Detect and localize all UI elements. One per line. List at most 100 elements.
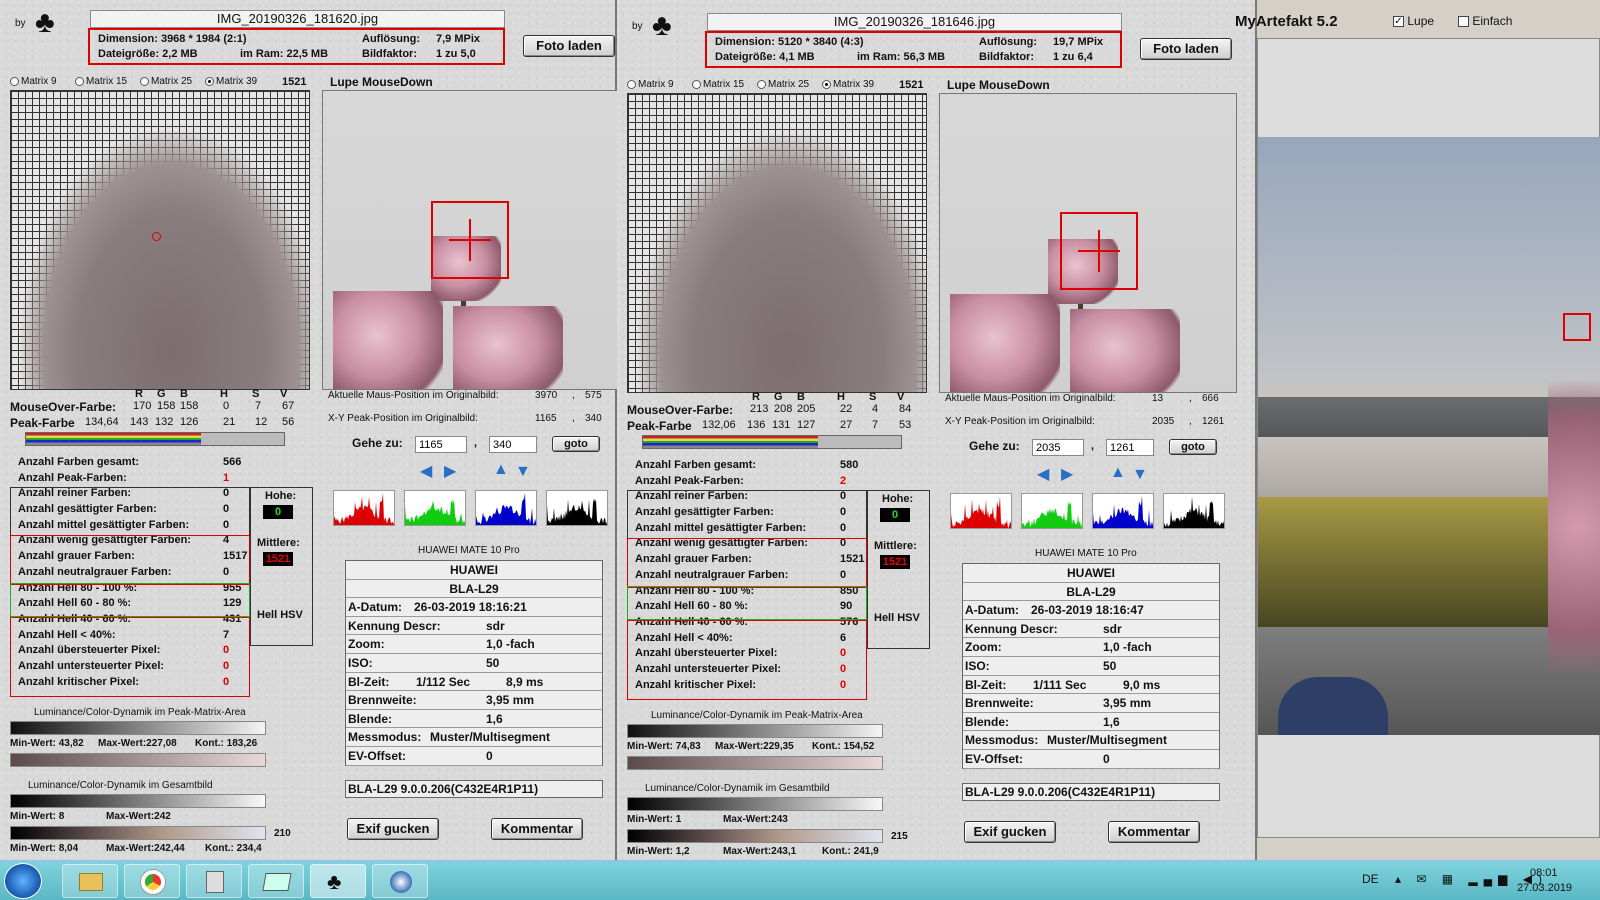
pixel-matrix-grid[interactable] — [627, 93, 927, 393]
exif-label: ISO: — [348, 655, 373, 670]
matrix-radio-m25[interactable]: Matrix 25 — [140, 76, 192, 87]
exif-row: Messmodus: Muster/Multisegment — [963, 731, 1219, 750]
matrix-radio-m39[interactable]: Matrix 39 — [822, 79, 874, 90]
peak-color-value: 12 — [255, 416, 268, 428]
dateigroesse-text: Dateigröße: 4,1 MB — [715, 51, 815, 63]
start-button[interactable] — [4, 863, 42, 899]
matrix-radio-m39[interactable]: Matrix 39 — [205, 76, 257, 87]
exif-row: Brennweite: 3,95 mm — [963, 694, 1219, 713]
peak-color-value: 132 — [155, 416, 174, 428]
stats-box-hell — [627, 586, 867, 620]
exif-label: Blende: — [348, 711, 393, 726]
exif-gucken-button[interactable]: Exif gucken — [347, 818, 439, 840]
exif-row: BLA-L29 — [963, 583, 1219, 602]
calculator-taskbar-button[interactable] — [186, 864, 242, 898]
histogram-luma — [1163, 493, 1225, 529]
goto-button[interactable]: goto — [1169, 439, 1217, 455]
stats-box-hell — [10, 583, 250, 617]
camera-model: HUAWEI MATE 10 Pro — [418, 545, 520, 556]
matrix-radio-m9[interactable]: Matrix 9 — [10, 76, 57, 87]
clock-time[interactable]: 08:01 — [1530, 867, 1558, 879]
goto-y-input[interactable] — [1106, 439, 1154, 456]
arrow-down-icon[interactable]: ▼ — [1132, 467, 1148, 483]
chrome-icon — [141, 870, 165, 894]
goto-y-input[interactable] — [489, 436, 537, 453]
peak-color-value: 132,06 — [702, 419, 736, 431]
arrow-up-icon[interactable]: ▲ — [1110, 465, 1126, 481]
peak-color-value: 136 — [747, 419, 766, 431]
exif-row: ISO: 50 — [963, 657, 1219, 676]
dynamik-gesamt-color-bar — [10, 826, 266, 840]
lupe-zoom-view[interactable] — [939, 93, 1237, 393]
explorer-taskbar-button[interactable] — [62, 864, 118, 898]
kommentar-button[interactable]: Kommentar — [491, 818, 583, 840]
mouseover-label: MouseOver-Farbe: — [10, 400, 117, 414]
goto-button[interactable]: goto — [552, 436, 600, 452]
matrix-radio-m15[interactable]: Matrix 15 — [75, 76, 127, 87]
mouseover-value: 22 — [840, 403, 853, 415]
pixel-matrix-grid[interactable] — [10, 90, 310, 390]
radio-icon — [140, 76, 149, 86]
peak-color-value: 21 — [223, 416, 236, 428]
gehe-zu-label: Gehe zu: — [969, 439, 1020, 453]
mittlere-label: Mittlere: — [874, 540, 917, 552]
photo-blossoms — [1548, 317, 1600, 735]
arrow-up-icon[interactable]: ▲ — [493, 462, 509, 478]
foto-laden-button[interactable]: Foto laden — [523, 35, 615, 57]
calculator-icon — [206, 871, 224, 893]
exif-value: Muster/Multisegment — [1047, 733, 1168, 748]
arrow-left-icon[interactable]: ◀ — [420, 464, 432, 480]
flower-right — [1070, 309, 1180, 392]
by-label: by — [632, 21, 643, 32]
peak-color-value: 143 — [130, 416, 149, 428]
histogram-green — [1021, 493, 1083, 529]
clover-icon: ♣ — [327, 869, 342, 894]
clock-date[interactable]: 27.03.2019 — [1517, 882, 1572, 894]
matrix-radio-label: Matrix 25 — [768, 79, 810, 90]
myartefakt-taskbar-button[interactable]: ♣ — [310, 864, 366, 898]
arrow-right-icon[interactable]: ▶ — [444, 464, 456, 480]
hohe-label: Hohe: — [882, 493, 914, 505]
kommentar-button[interactable]: Kommentar — [1108, 821, 1200, 843]
exif-table: HUAWEI BLA-L29 A-Datum: 26-03-2019 18:16:21… — [345, 560, 603, 766]
foto-laden-button[interactable]: Foto laden — [1140, 38, 1232, 60]
stats-label: Anzahl Peak-Farben: — [635, 474, 744, 487]
einfach-checkbox[interactable]: Einfach — [1458, 14, 1512, 28]
peak-y: 340 — [585, 413, 602, 424]
matrix-radio-m25[interactable]: Matrix 25 — [757, 79, 809, 90]
stats-box-grau — [627, 538, 867, 588]
exif-heading: BLA-L29 — [1066, 584, 1116, 599]
exif-heading: HUAWEI — [450, 563, 498, 577]
goto-x-input[interactable] — [415, 436, 467, 453]
dynamik-peak-label: Luminance/Color-Dynamik im Peak-Matrix-A… — [34, 707, 246, 718]
peak-color-bar — [25, 432, 285, 446]
stats-row: Anzahl Peak-Farben: 2 — [635, 474, 855, 490]
matrix-radio-m9[interactable]: Matrix 9 — [627, 79, 674, 90]
exif-gucken-button[interactable]: Exif gucken — [964, 821, 1056, 843]
arrow-left-icon[interactable]: ◀ — [1037, 467, 1049, 483]
lupe-checkbox[interactable]: ✓ Lupe — [1393, 14, 1434, 28]
peak-color-value: 56 — [282, 416, 295, 428]
lupe-zoom-view[interactable] — [322, 90, 619, 390]
viewer-taskbar-button[interactable] — [372, 864, 428, 898]
arrow-down-icon[interactable]: ▼ — [515, 464, 531, 480]
language-indicator[interactable]: DE — [1362, 872, 1379, 886]
grid-marker — [152, 232, 161, 241]
arrow-right-icon[interactable]: ▶ — [1061, 467, 1073, 483]
flower-left — [950, 294, 1060, 392]
chrome-taskbar-button[interactable] — [124, 864, 180, 898]
app-taskbar-button[interactable] — [248, 864, 304, 898]
goto-x-input[interactable] — [1032, 439, 1084, 456]
exif-label: ISO: — [965, 658, 990, 673]
radio-icon — [757, 79, 766, 89]
exif-label: Bl-Zeit: — [965, 677, 1007, 692]
exif-heading: BLA-L29 — [449, 581, 499, 596]
color-header-v: V — [280, 388, 288, 400]
preview-photo[interactable] — [1258, 137, 1600, 735]
stats-value: 2 — [840, 474, 847, 487]
aufloesung-value: 7,9 MPix — [436, 33, 481, 45]
matrix-radio-m15[interactable]: Matrix 15 — [692, 79, 744, 90]
exif-row: Brennweite: 3,95 mm — [346, 691, 602, 710]
exif-value: 0 — [1103, 751, 1110, 766]
einfach-label: Einfach — [1472, 14, 1513, 28]
